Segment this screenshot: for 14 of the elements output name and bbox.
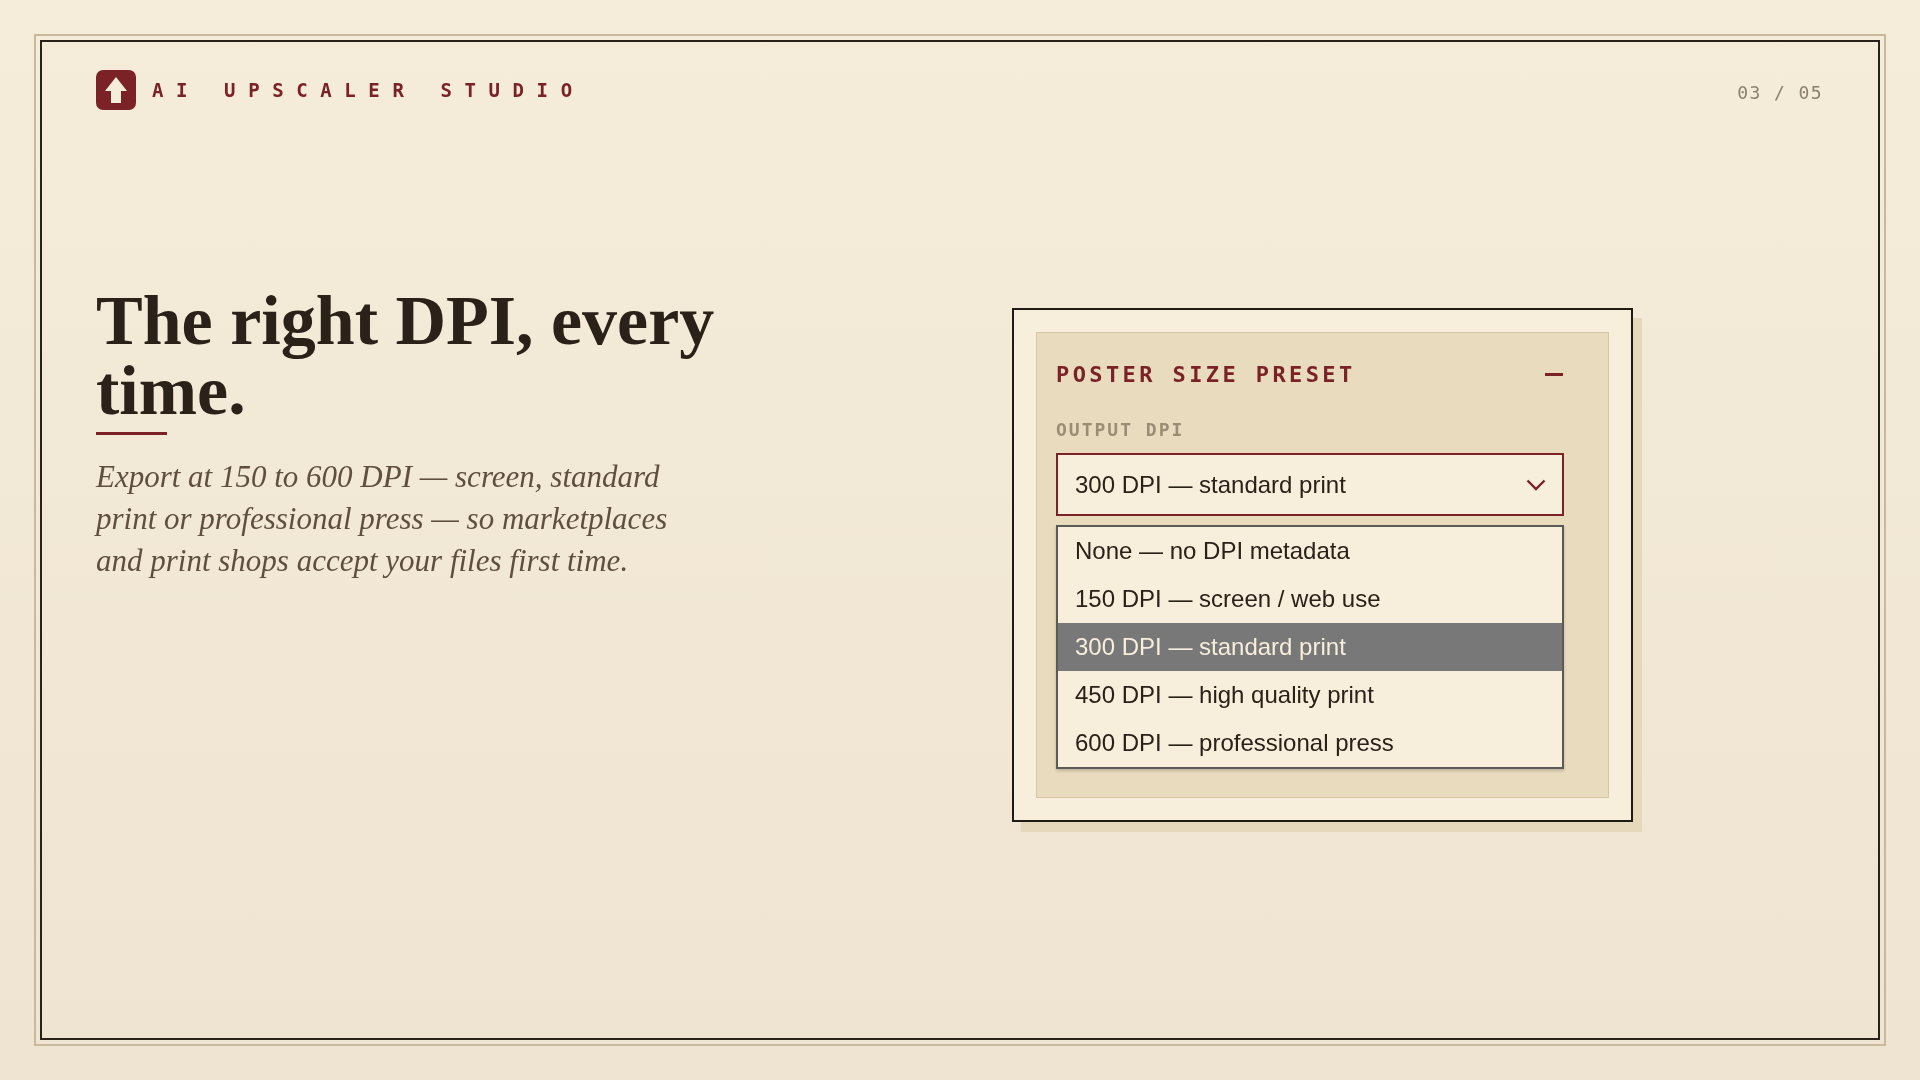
- dropdown-option[interactable]: 600 DPI — professional press: [1058, 719, 1562, 767]
- description: Export at 150 to 600 DPI — screen, standard print or professional press — so marketplaces and print shops accept your files first time.: [96, 458, 669, 580]
- chevron-down-icon: [1526, 478, 1546, 491]
- minus-icon[interactable]: [1545, 372, 1563, 376]
- headline: The right DPI, every time.: [96, 286, 716, 426]
- dropdown-option[interactable]: None — no DPI metadata: [1058, 527, 1562, 575]
- dpi-select[interactable]: 300 DPI — standard print: [1056, 453, 1564, 516]
- dropdown-option[interactable]: 300 DPI — standard print: [1058, 623, 1562, 671]
- page-indicator: 03 / 05: [1737, 81, 1823, 103]
- dropdown-option[interactable]: 450 DPI — high quality print: [1058, 671, 1562, 719]
- panel-title: POSTER SIZE PRESET: [1056, 361, 1356, 387]
- brand-name: AI UPSCALER STUDIO: [152, 79, 585, 101]
- dropdown-option[interactable]: 150 DPI — screen / web use: [1058, 575, 1562, 623]
- field-label: OUTPUT DPI: [1056, 419, 1186, 441]
